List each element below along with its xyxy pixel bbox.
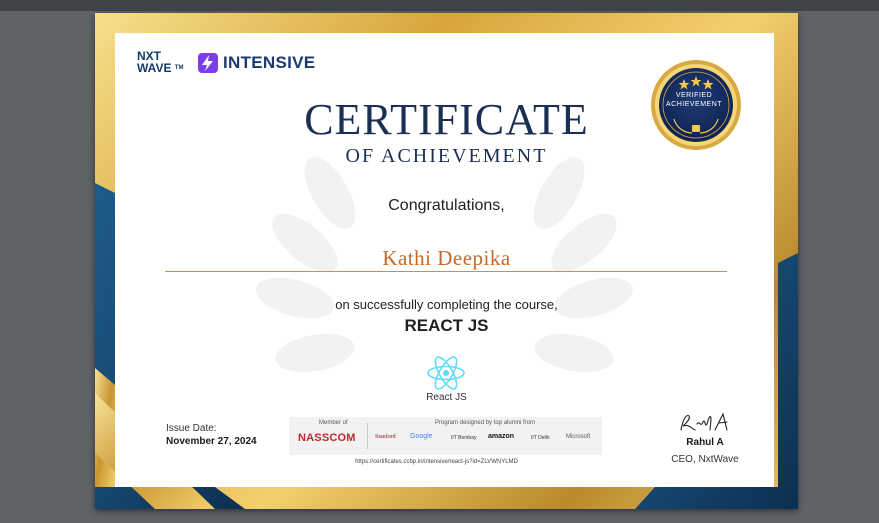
verification-url-text[interactable]: https://certificates.ccbp.in/intensive/r… bbox=[355, 459, 518, 465]
nasscom-logo: NASSCOM bbox=[298, 432, 356, 444]
partners-divider bbox=[367, 423, 368, 449]
intensive-logo: INTENSIVE bbox=[197, 52, 315, 74]
member-of-label: Member of bbox=[319, 420, 348, 426]
course-name: REACT JS bbox=[404, 316, 489, 335]
course-intro-text: on successfully completing the course, bbox=[335, 297, 558, 312]
iit-delhi-logo: IIT Delhi bbox=[531, 435, 550, 441]
intensive-bolt-icon bbox=[198, 53, 218, 73]
issue-date-value: November 27, 2024 bbox=[166, 436, 257, 447]
signature-icon bbox=[680, 412, 728, 431]
certificate: NXT WAVE TM INTENSIVE CERTIFICATE OF ACH… bbox=[95, 13, 798, 509]
amazon-logo: amazon bbox=[488, 433, 515, 440]
intensive-logo-text: INTENSIVE bbox=[223, 53, 316, 72]
recipient-underline bbox=[165, 271, 727, 272]
recipient-name: Kathi Deepika bbox=[382, 246, 511, 270]
nxtwave-logo: NXT WAVE TM bbox=[137, 50, 189, 74]
seal-text-achievement: ACHIEVEMENT bbox=[665, 101, 723, 108]
signatory-name: Rahul A bbox=[686, 437, 724, 448]
viewer-top-bar bbox=[0, 0, 879, 11]
google-logo: Google bbox=[410, 433, 433, 440]
iit-bombay-logo: IIT Bombay bbox=[451, 435, 477, 441]
react-logo-icon bbox=[427, 356, 465, 390]
stanford-logo: Stanford bbox=[375, 434, 396, 440]
program-designed-label: Program designed by top alumni from bbox=[435, 420, 536, 426]
microsoft-logo: Microsoft bbox=[566, 434, 591, 440]
issue-date-label: Issue Date: bbox=[166, 423, 217, 434]
congratulations-text: Congratulations, bbox=[388, 197, 505, 214]
seal-text-verified: VERIFIED bbox=[675, 92, 713, 99]
react-logo-label: React JS bbox=[426, 392, 467, 403]
nxtwave-logo-line2: WAVE bbox=[137, 61, 172, 75]
nxtwave-trademark: TM bbox=[174, 65, 184, 71]
signatory-role: CEO, NxtWave bbox=[671, 454, 739, 465]
